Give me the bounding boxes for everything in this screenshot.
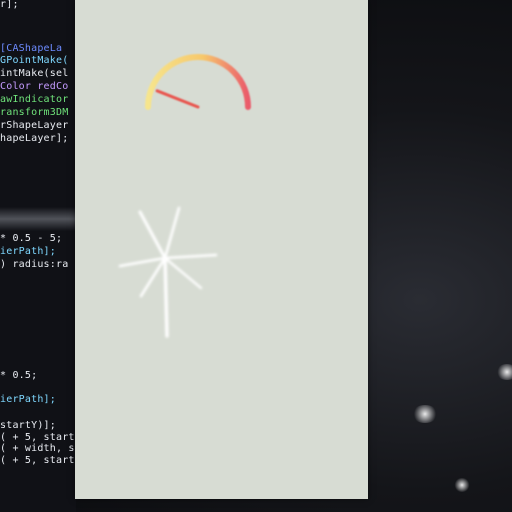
code-line: rShapeLayer <box>0 120 69 131</box>
light-reflection <box>454 478 470 492</box>
sparkle-drawing <box>118 206 218 338</box>
code-line: ierPath]; <box>0 394 56 405</box>
code-line: ) radius:ra <box>0 259 69 270</box>
code-line: awIndicator <box>0 94 69 105</box>
light-reflection <box>496 364 512 380</box>
background-reflection <box>368 0 512 512</box>
code-line: intMake(sel <box>0 68 69 79</box>
code-editor-pane: r]; [CAShapeLa GPointMake( intMake(sel C… <box>0 0 76 512</box>
code-line: GPointMake( <box>0 55 69 66</box>
code-line: * 0.5; <box>0 370 38 381</box>
code-line: ( + 5, start <box>0 455 75 466</box>
code-line: hapeLayer]; <box>0 133 69 144</box>
screen-glare <box>0 207 76 231</box>
gauge-arc <box>145 54 251 110</box>
light-reflection <box>412 405 438 423</box>
code-line: * 0.5 - 5; <box>0 233 63 244</box>
gauge-needle <box>155 89 200 109</box>
code-line: Color redCo <box>0 81 69 92</box>
photo-scene: r]; [CAShapeLa GPointMake( intMake(sel C… <box>0 0 512 512</box>
code-line: startY)]; <box>0 420 56 431</box>
code-line: [CAShapeLa <box>0 43 63 54</box>
simulator-canvas <box>118 54 251 338</box>
code-line: r]; <box>0 0 19 10</box>
code-line: ierPath]; <box>0 246 56 257</box>
simulator-screen <box>75 0 368 499</box>
code-line: ransform3DM <box>0 107 69 118</box>
code-line: ( + width, s <box>0 443 75 454</box>
